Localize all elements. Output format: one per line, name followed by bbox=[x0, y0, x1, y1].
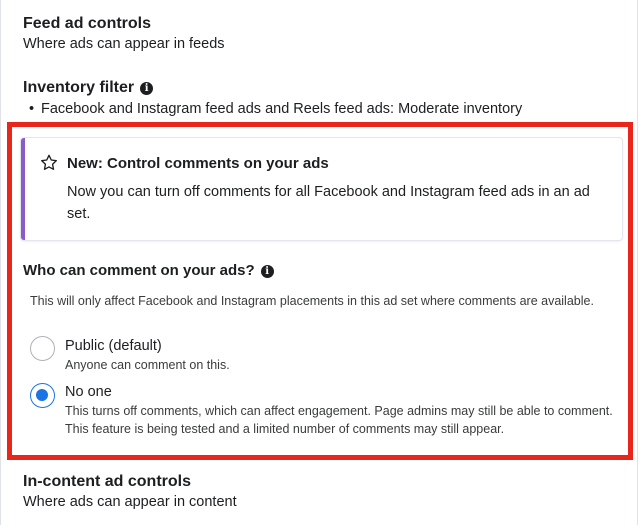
radio-button-no-one[interactable] bbox=[30, 383, 55, 408]
feed-ad-controls-section: Feed ad controls Where ads can appear in… bbox=[23, 14, 225, 54]
star-icon bbox=[41, 154, 57, 170]
comment-permissions-section: Who can comment on your ads? i bbox=[23, 261, 274, 281]
inventory-filter-item: • Facebook and Instagram feed ads and Re… bbox=[23, 99, 522, 119]
comment-permissions-note: This will only affect Facebook and Insta… bbox=[30, 294, 594, 308]
info-icon[interactable]: i bbox=[140, 81, 154, 95]
in-content-ad-controls-title: In-content ad controls bbox=[23, 473, 191, 490]
radio-option-no-one[interactable]: No one This turns off comments, which ca… bbox=[30, 382, 620, 442]
radio-description-no-one: This turns off comments, which can affec… bbox=[65, 404, 613, 436]
in-content-ad-controls-section: In-content ad controls Where ads can app… bbox=[23, 472, 237, 512]
radio-label-no-one: No one bbox=[65, 384, 112, 400]
comment-permissions-title: Who can comment on your ads? bbox=[23, 262, 255, 279]
inventory-filter-title: Inventory filter bbox=[23, 79, 135, 96]
feed-ad-controls-title: Feed ad controls bbox=[23, 15, 152, 32]
bullet-point: • bbox=[29, 101, 35, 117]
callout-body: Now you can turn off comments for all Fa… bbox=[67, 184, 590, 222]
info-icon[interactable]: i bbox=[260, 264, 274, 278]
radio-description-public: Anyone can comment on this. bbox=[65, 358, 230, 372]
new-feature-callout: New: Control comments on your ads Now yo… bbox=[21, 138, 622, 240]
in-content-ad-controls-subtitle: Where ads can appear in content bbox=[23, 494, 237, 510]
inventory-filter-section: Inventory filter i • Facebook and Instag… bbox=[23, 78, 522, 119]
feed-ad-controls-subtitle: Where ads can appear in feeds bbox=[23, 36, 225, 52]
radio-option-public[interactable]: Public (default) Anyone can comment on t… bbox=[30, 336, 610, 376]
radio-button-public[interactable] bbox=[30, 336, 55, 361]
radio-label-public: Public (default) bbox=[65, 338, 162, 354]
callout-title: New: Control comments on your ads bbox=[67, 155, 329, 172]
ad-placement-settings-panel: Feed ad controls Where ads can appear in… bbox=[0, 0, 638, 525]
inventory-filter-item-text: Facebook and Instagram feed ads and Reel… bbox=[41, 101, 523, 117]
